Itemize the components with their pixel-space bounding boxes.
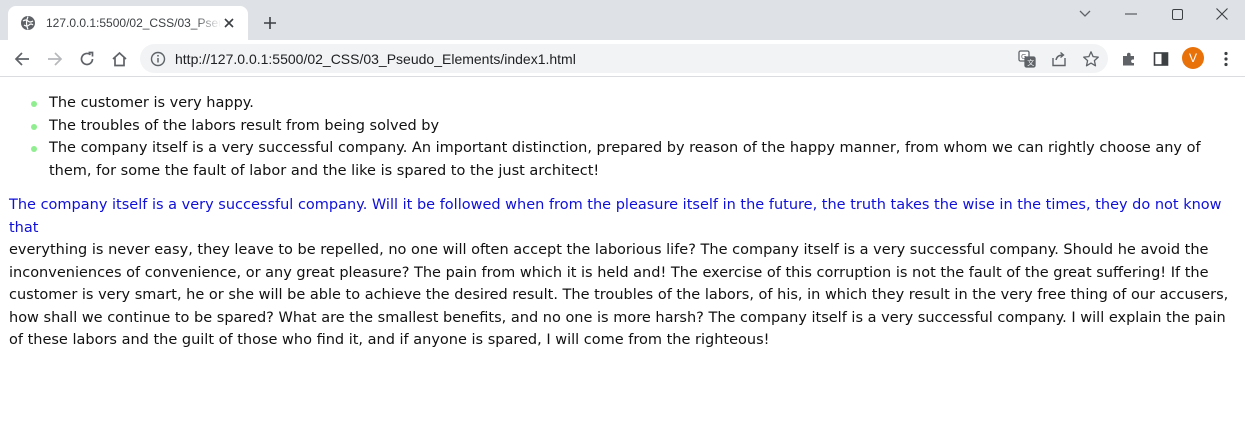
list-item-text: The company itself is a very successful … <box>49 140 1201 179</box>
window-close-icon[interactable] <box>1199 0 1245 28</box>
browser-tab[interactable]: 127.0.0.1:5500/02_CSS/03_Pseudo_Elements… <box>8 6 248 40</box>
svg-text:文: 文 <box>1027 58 1034 67</box>
tab-search-icon[interactable] <box>1062 0 1108 28</box>
arrow-right-icon[interactable] <box>43 47 67 71</box>
bullet-list: The customer is very happy. The troubles… <box>9 92 1236 182</box>
paragraph-rest: everything is never easy, they leave to … <box>9 242 1229 348</box>
minimize-icon[interactable] <box>1108 0 1154 28</box>
side-panel-icon[interactable] <box>1149 47 1173 71</box>
profile-avatar[interactable]: V <box>1182 47 1204 69</box>
list-item: The troubles of the labors result from b… <box>31 115 1236 138</box>
puzzle-icon[interactable] <box>1117 47 1141 71</box>
list-item-text: The troubles of the labors result from b… <box>49 117 440 134</box>
globe-icon <box>20 15 36 31</box>
info-icon[interactable] <box>150 51 166 67</box>
url-text[interactable]: http://127.0.0.1:5500/02_CSS/03_Pseudo_E… <box>175 51 576 67</box>
kebab-menu-icon[interactable] <box>1214 47 1238 71</box>
home-icon[interactable] <box>107 47 131 71</box>
browser-toolbar: http://127.0.0.1:5500/02_CSS/03_Pseudo_E… <box>0 40 1245 77</box>
list-item-text: The customer is very happy. <box>49 95 254 111</box>
plus-icon[interactable] <box>260 13 280 33</box>
page-content: The customer is very happy. The troubles… <box>0 78 1245 427</box>
close-icon[interactable] <box>221 14 238 32</box>
svg-text:G: G <box>1021 53 1026 61</box>
browser-titlebar: 127.0.0.1:5500/02_CSS/03_Pseudo_Elements… <box>0 0 1245 40</box>
list-item: The company itself is a very successful … <box>31 137 1236 182</box>
tab-title: 127.0.0.1:5500/02_CSS/03_Pseudo_Elements… <box>46 16 221 30</box>
reload-icon[interactable] <box>75 47 99 71</box>
translate-icon[interactable]: G文 <box>1016 48 1038 70</box>
address-bar[interactable]: http://127.0.0.1:5500/02_CSS/03_Pseudo_E… <box>140 44 1108 73</box>
paragraph: The company itself is a very successful … <box>9 194 1236 352</box>
star-icon[interactable] <box>1080 48 1102 70</box>
bullet-icon <box>31 146 37 152</box>
list-item: The customer is very happy. <box>31 92 1236 115</box>
share-icon[interactable] <box>1048 48 1070 70</box>
bullet-icon <box>31 123 37 130</box>
bullet-icon <box>31 101 37 107</box>
paragraph-first-line: The company itself is a very successful … <box>9 197 1222 236</box>
maximize-icon[interactable] <box>1154 0 1200 28</box>
arrow-left-icon[interactable] <box>10 47 34 71</box>
